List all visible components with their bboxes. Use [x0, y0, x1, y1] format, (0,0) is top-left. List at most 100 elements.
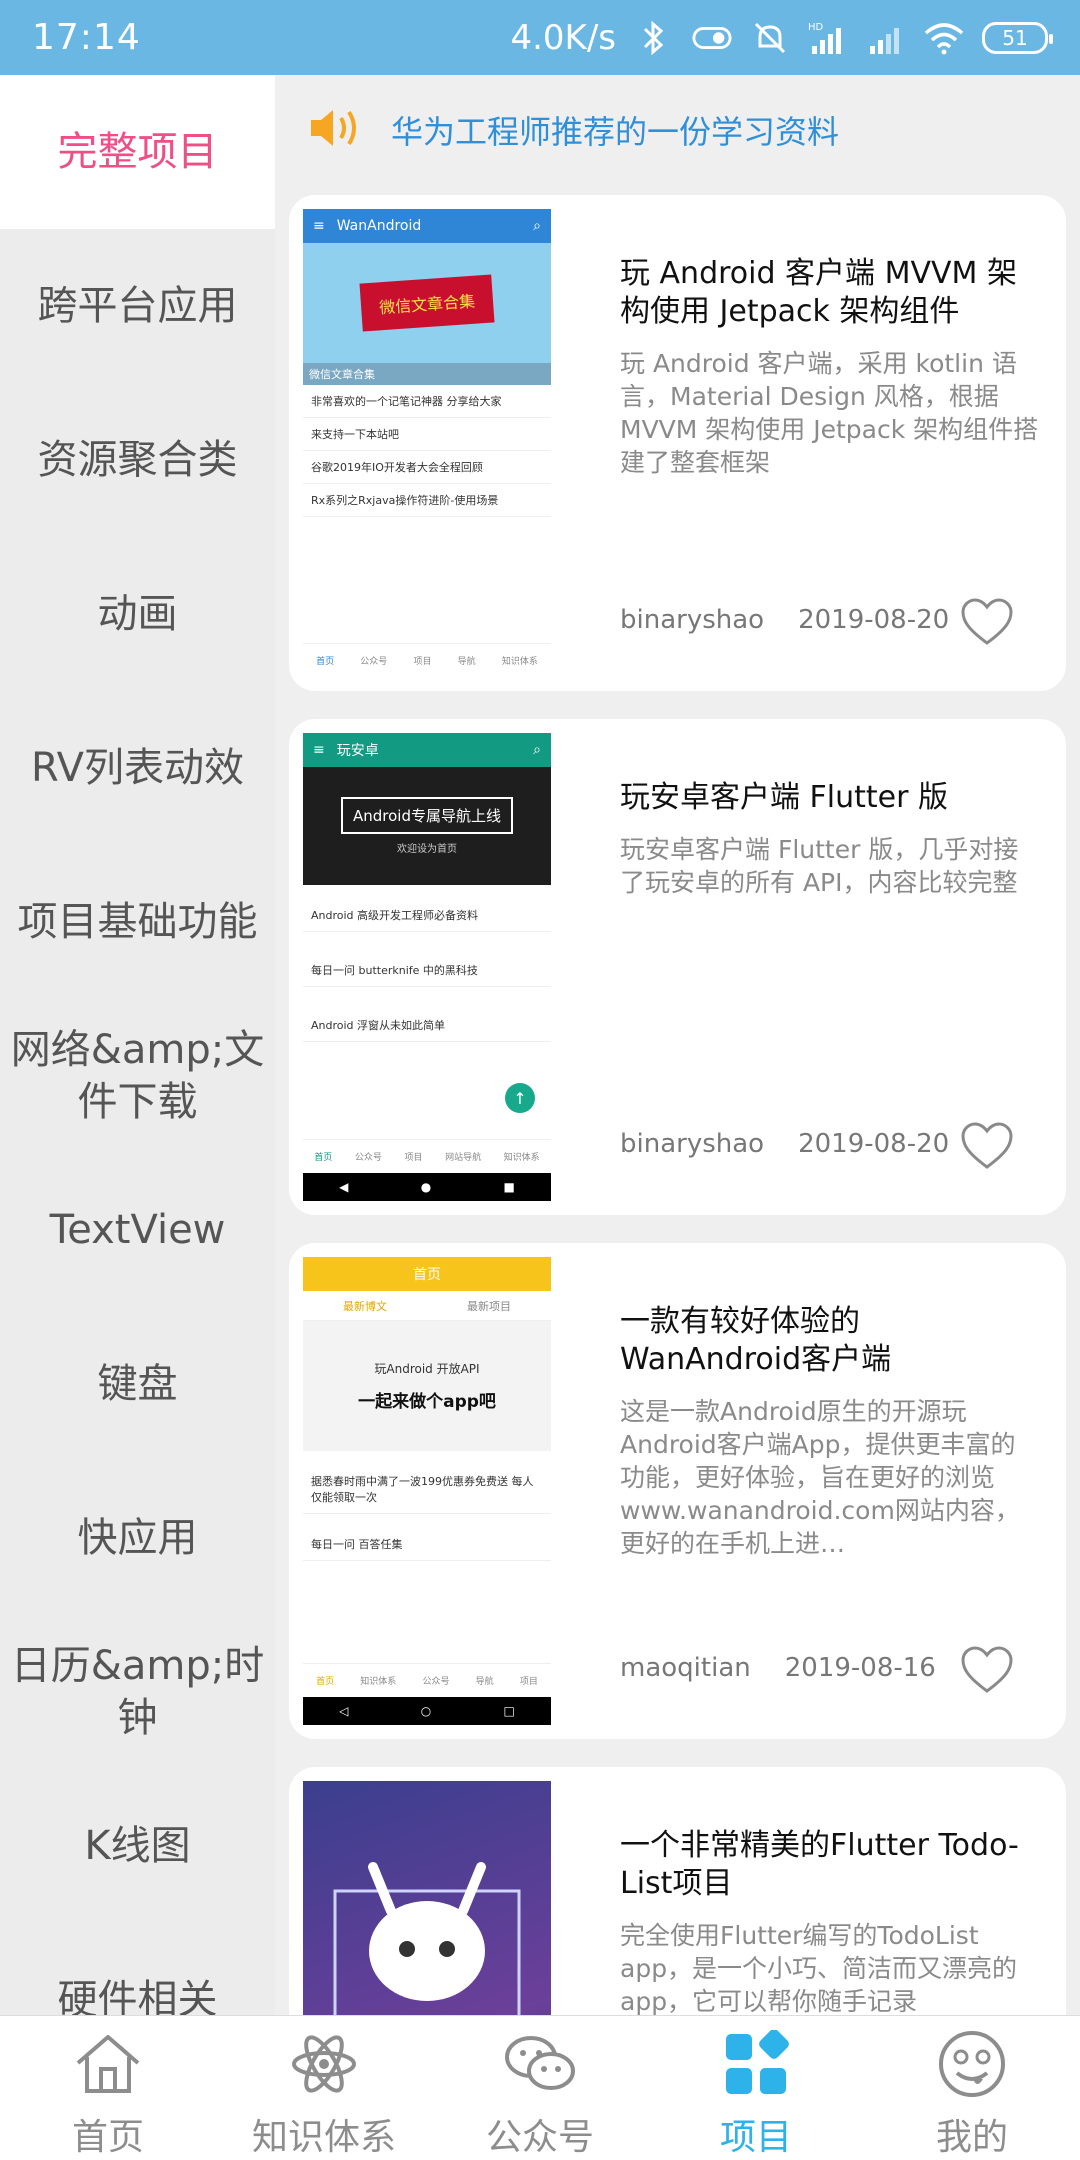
nav-official-accounts[interactable]: 公众号	[432, 2016, 648, 2160]
project-date: 2019-08-20	[798, 1129, 950, 1159]
category-sidebar: 完整项目 跨平台应用 资源聚合类 动画 RV列表动效 项目基础功能 网络&amp…	[0, 75, 275, 2015]
card-body: 一个非常精美的Flutter Todo-List项目 完全使用Flutter编写…	[620, 1827, 1040, 2015]
project-author: binaryshao	[620, 1129, 765, 1159]
project-description: 玩 Android 客户端，采用 kotlin 语言，Material Desi…	[620, 349, 1039, 477]
hd-signal-icon: HD	[808, 18, 848, 58]
thumb-row: 谷歌2019年IO开发者大会全程回顾	[303, 451, 551, 484]
thumb-tab-a: 最新博文	[343, 1299, 387, 1313]
thumb-banner: Android专属导航上线	[341, 797, 513, 834]
project-meta: binaryshao 2019-08-20	[620, 1129, 949, 1159]
svg-text:HD: HD	[808, 22, 824, 33]
nav-projects[interactable]: 项目	[648, 2016, 864, 2160]
wechat-icon	[502, 2026, 578, 2102]
nav-label: 首页	[71, 2117, 144, 2158]
battery-icon: 51	[982, 21, 1053, 54]
nav-label: 知识体系	[251, 2117, 396, 2158]
thumb-tabs: 首页 知识体系 公众号 导航 项目	[303, 1663, 551, 1697]
sidebar-item-keyboard[interactable]: 键盘	[0, 1307, 275, 1461]
notice-bar[interactable]: 华为工程师推荐的一份学习资料	[275, 75, 1080, 185]
thumb-tab: 项目	[404, 1153, 423, 1163]
wifi-icon	[924, 18, 964, 58]
thumb-app-title: 首页	[413, 1267, 441, 1283]
thumb-row: 每日一问 百答任集	[303, 1514, 551, 1561]
nav-label: 我的	[935, 2117, 1008, 2158]
sidebar-item-animation[interactable]: 动画	[0, 537, 275, 691]
thumb-tab: 首页	[314, 1153, 333, 1163]
thumb-section: 微信文章合集	[303, 363, 551, 385]
sidebar-item-calendar-clock[interactable]: 日历&amp;时钟	[0, 1615, 275, 1769]
alarm-off-icon	[750, 18, 790, 58]
thumb-tab: 公众号	[360, 657, 388, 667]
sidebar-item-hardware[interactable]: 硬件相关	[0, 1923, 275, 2015]
thumb-tab: 公众号	[422, 1677, 450, 1687]
project-list: 华为工程师推荐的一份学习资料 ≡ WanAndroid ⌕ 微信文章合集 微信文章合…	[275, 75, 1080, 2015]
sidebar-item-kline[interactable]: K线图	[0, 1769, 275, 1923]
project-description: 完全使用Flutter编写的TodoList app，是一个小巧、简洁而又漂亮的…	[620, 1921, 1018, 2015]
thumb-tab: 知识体系	[360, 1677, 397, 1687]
sidebar-item-rv-effects[interactable]: RV列表动效	[0, 691, 275, 845]
thumb-row: 来支持一下本站吧	[303, 418, 551, 451]
home-icon	[70, 2026, 146, 2102]
thumb-tab: 项目	[519, 1677, 538, 1687]
project-date: 2019-08-16	[784, 1653, 936, 1683]
nav-home[interactable]: 首页	[0, 2016, 216, 2160]
thumb-tab: 知识体系	[501, 657, 538, 667]
sidebar-item-textview[interactable]: TextView	[0, 1153, 275, 1307]
card-body: 一款有较好体验的WanAndroid客户端 这是一款Android原生的开源玩A…	[620, 1303, 1040, 1560]
project-date: 2019-08-20	[798, 605, 950, 635]
sidebar-item-quick-app[interactable]: 快应用	[0, 1461, 275, 1615]
project-card[interactable]: ≡ 玩安卓 ⌕ Android专属导航上线 欢迎设为首页 Android 高级开发工…	[289, 719, 1066, 1215]
project-thumbnail: 首页 最新博文 最新项目 玩Android 开放API 一起来做个app吧 据悉…	[303, 1257, 551, 1725]
thumb-fab-icon: ↑	[505, 1083, 535, 1113]
thumb-tab: 首页	[316, 657, 335, 667]
bottom-nav: 首页 知识体系 公众号 项目 我的	[0, 2015, 1080, 2160]
sidebar-item-basic-functions[interactable]: 项目基础功能	[0, 845, 275, 999]
status-icons: 4.0K/s HD 51	[510, 17, 1053, 58]
thumb-tab: 导航	[457, 657, 476, 667]
favorite-heart-icon[interactable]	[960, 597, 1014, 647]
project-card[interactable]: ≡ WanAndroid ⌕ 微信文章合集 微信文章合集 非常喜欢的一个记笔记神器 …	[289, 195, 1066, 691]
nav-label: 项目	[719, 2117, 792, 2158]
project-title: 一款有较好体验的WanAndroid客户端	[620, 1304, 892, 1377]
nav-knowledge[interactable]: 知识体系	[216, 2016, 432, 2160]
thumb-system-nav: ◁ ○ □	[303, 1697, 551, 1725]
nav-mine[interactable]: 我的	[864, 2016, 1080, 2160]
thumb-app-title: WanAndroid	[336, 218, 422, 234]
thumb-tab: 项目	[413, 657, 432, 667]
favorite-heart-icon[interactable]	[960, 1645, 1014, 1695]
project-card[interactable]: 一个非常精美的Flutter Todo-List项目 完全使用Flutter编写…	[289, 1767, 1066, 2015]
project-thumbnail: ≡ 玩安卓 ⌕ Android专属导航上线 欢迎设为首页 Android 高级开发工…	[303, 733, 551, 1201]
card-body: 玩 Android 客户端 MVVM 架构使用 Jetpack 架构组件 玩 A…	[620, 255, 1040, 479]
thumb-tab: 导航	[475, 1677, 494, 1687]
thumb-banner: 微信文章合集	[359, 274, 495, 332]
thumb-app-title: 玩安卓	[336, 743, 379, 759]
project-thumbnail	[303, 1781, 551, 2015]
favorite-heart-icon[interactable]	[960, 1121, 1014, 1171]
toggle-icon	[692, 18, 732, 58]
thumb-tabs: 首页 公众号 项目 网站导航 知识体系	[303, 1139, 551, 1173]
project-title: 玩 Android 客户端 MVVM 架构使用 Jetpack 架构组件	[620, 256, 1017, 329]
sidebar-item-network-download[interactable]: 网络&amp;文件下载	[0, 999, 275, 1153]
project-card[interactable]: 首页 最新博文 最新项目 玩Android 开放API 一起来做个app吧 据悉…	[289, 1243, 1066, 1739]
thumb-tab: 公众号	[354, 1153, 382, 1163]
thumb-row: 据悉春时雨中满了一波199优惠券免费送 每人仅能领取一次	[303, 1451, 551, 1514]
sidebar-item-complete-projects[interactable]: 完整项目	[0, 75, 275, 229]
signal-icon	[866, 18, 906, 58]
thumb-row: 每日一问 butterknife 中的黑科技	[303, 932, 551, 987]
project-title: 玩安卓客户端 Flutter 版	[620, 780, 948, 815]
thumb-row: Rx系列之Rxjava操作符进阶-使用场景	[303, 484, 551, 517]
sidebar-item-resource-aggregation[interactable]: 资源聚合类	[0, 383, 275, 537]
notice-text: 华为工程师推荐的一份学习资料	[391, 113, 840, 151]
grid-icon	[718, 2026, 794, 2102]
project-author: maoqitian	[620, 1653, 751, 1683]
net-speed: 4.0K/s	[510, 17, 616, 58]
speaker-icon	[307, 104, 363, 156]
thumb-banner-sub: 欢迎设为首页	[397, 844, 457, 855]
thumb-row: 非常喜欢的一个记笔记神器 分享给大家	[303, 385, 551, 418]
project-meta: binaryshao 2019-08-20	[620, 605, 949, 635]
status-bar: 17:14 4.0K/s HD 51	[0, 0, 1080, 75]
thumb-banner: 一起来做个app吧	[358, 1392, 496, 1412]
project-description: 玩安卓客户端 Flutter 版，几乎对接了玩安卓的所有 API，内容比较完整	[620, 835, 1019, 897]
sidebar-item-cross-platform[interactable]: 跨平台应用	[0, 229, 275, 383]
thumb-row: Android 高级开发工程师必备资料	[303, 899, 551, 932]
